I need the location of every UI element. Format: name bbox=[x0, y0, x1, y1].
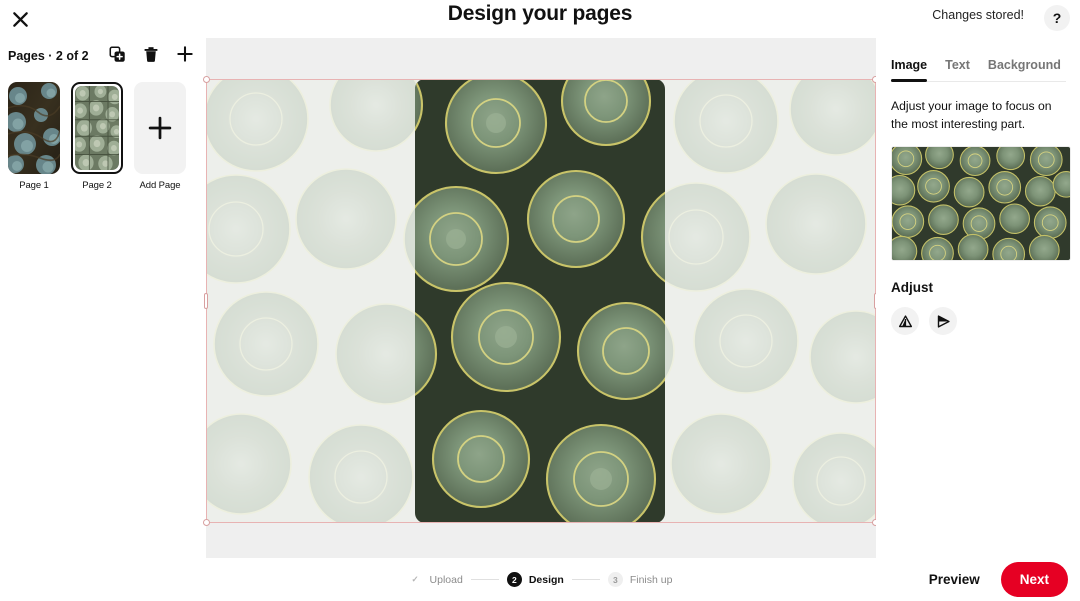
step-label: Finish up bbox=[629, 573, 673, 586]
step-separator bbox=[571, 579, 600, 580]
delete-page-button[interactable] bbox=[138, 41, 164, 67]
page-2-image bbox=[75, 86, 119, 170]
crop-selection-window[interactable] bbox=[415, 79, 665, 523]
flip-vertical-button[interactable] bbox=[891, 307, 919, 336]
duplicate-page-button[interactable] bbox=[104, 41, 130, 67]
panel-description: Adjust your image to focus on the most i… bbox=[891, 99, 1052, 131]
add-page-tile-box[interactable] bbox=[134, 82, 186, 174]
step-upload[interactable]: ✓ Upload bbox=[408, 572, 463, 587]
page-title: Design your pages bbox=[447, 2, 633, 25]
step-finish-up[interactable]: 3 Finish up bbox=[607, 572, 673, 587]
page-thumbnail-label: Page 2 bbox=[82, 180, 112, 191]
page-thumbnail-2[interactable]: Page 2 bbox=[71, 82, 123, 191]
plus-icon bbox=[148, 116, 172, 140]
thumbnail-frame-selected bbox=[71, 82, 123, 174]
adjust-buttons-row bbox=[891, 307, 1066, 336]
triangle-up-icon bbox=[898, 315, 912, 328]
step-bullet-active: 2 bbox=[506, 572, 522, 587]
page-image-cropped bbox=[415, 79, 665, 523]
tab-image[interactable]: Image bbox=[891, 58, 928, 82]
image-preview[interactable] bbox=[891, 146, 1071, 262]
page-1-image bbox=[8, 82, 60, 174]
panel-tabs: Image Text Background bbox=[891, 38, 1066, 82]
trash-icon bbox=[144, 46, 158, 62]
add-page-label: Add Page bbox=[139, 180, 181, 191]
page-thumbnail-rail: Page 1 Page 2 Add Page bbox=[0, 74, 206, 191]
plus-icon bbox=[177, 46, 193, 62]
page-sheet[interactable] bbox=[206, 79, 876, 523]
step-bullet-todo: 3 bbox=[607, 572, 623, 587]
next-button[interactable]: Next bbox=[1000, 562, 1068, 597]
properties-panel: Image Text Background Adjust your image … bbox=[876, 38, 1080, 558]
step-bullet-done: ✓ bbox=[411, 574, 419, 584]
tab-text[interactable]: Text bbox=[945, 58, 970, 81]
tab-background[interactable]: Background bbox=[988, 58, 1061, 81]
design-pages-app: Design your pages Changes stored! ? Page… bbox=[0, 0, 1080, 601]
triangle-right-icon bbox=[937, 315, 950, 328]
preview-button[interactable]: Preview bbox=[919, 564, 990, 595]
step-design[interactable]: 2 Design bbox=[506, 572, 564, 587]
duplicate-icon bbox=[109, 46, 125, 62]
thumbnail-frame bbox=[8, 82, 60, 174]
pages-sidebar: Pages · 2 of 2 Page 1 Page 2 Add Page bbox=[0, 38, 206, 558]
pages-toolbar bbox=[104, 41, 198, 67]
pages-header: Pages · 2 of 2 bbox=[0, 38, 206, 74]
top-bar: Design your pages Changes stored! ? bbox=[0, 0, 1080, 38]
editor-canvas[interactable] bbox=[203, 38, 879, 558]
adjust-section-title: Adjust bbox=[891, 280, 933, 296]
image-preview-thumbnail bbox=[892, 147, 1070, 261]
page-thumbnail-label: Page 1 bbox=[19, 180, 49, 191]
add-page-tile[interactable]: Add Page bbox=[134, 82, 186, 191]
step-separator bbox=[470, 579, 499, 580]
question-mark-icon: ? bbox=[1052, 10, 1062, 26]
save-status: Changes stored! bbox=[932, 8, 1024, 22]
step-label: Upload bbox=[429, 573, 463, 586]
add-page-button[interactable] bbox=[172, 41, 198, 67]
help-button[interactable]: ? bbox=[1044, 5, 1070, 31]
step-label: Design bbox=[528, 573, 564, 586]
page-thumbnail-1[interactable]: Page 1 bbox=[8, 82, 60, 191]
pages-count-label: Pages · 2 of 2 bbox=[8, 49, 89, 63]
bottom-bar: ✓ Upload 2 Design 3 Finish up Preview Ne… bbox=[0, 558, 1080, 601]
bottom-actions: Preview Next bbox=[919, 562, 1068, 597]
flip-horizontal-button[interactable] bbox=[929, 307, 957, 336]
